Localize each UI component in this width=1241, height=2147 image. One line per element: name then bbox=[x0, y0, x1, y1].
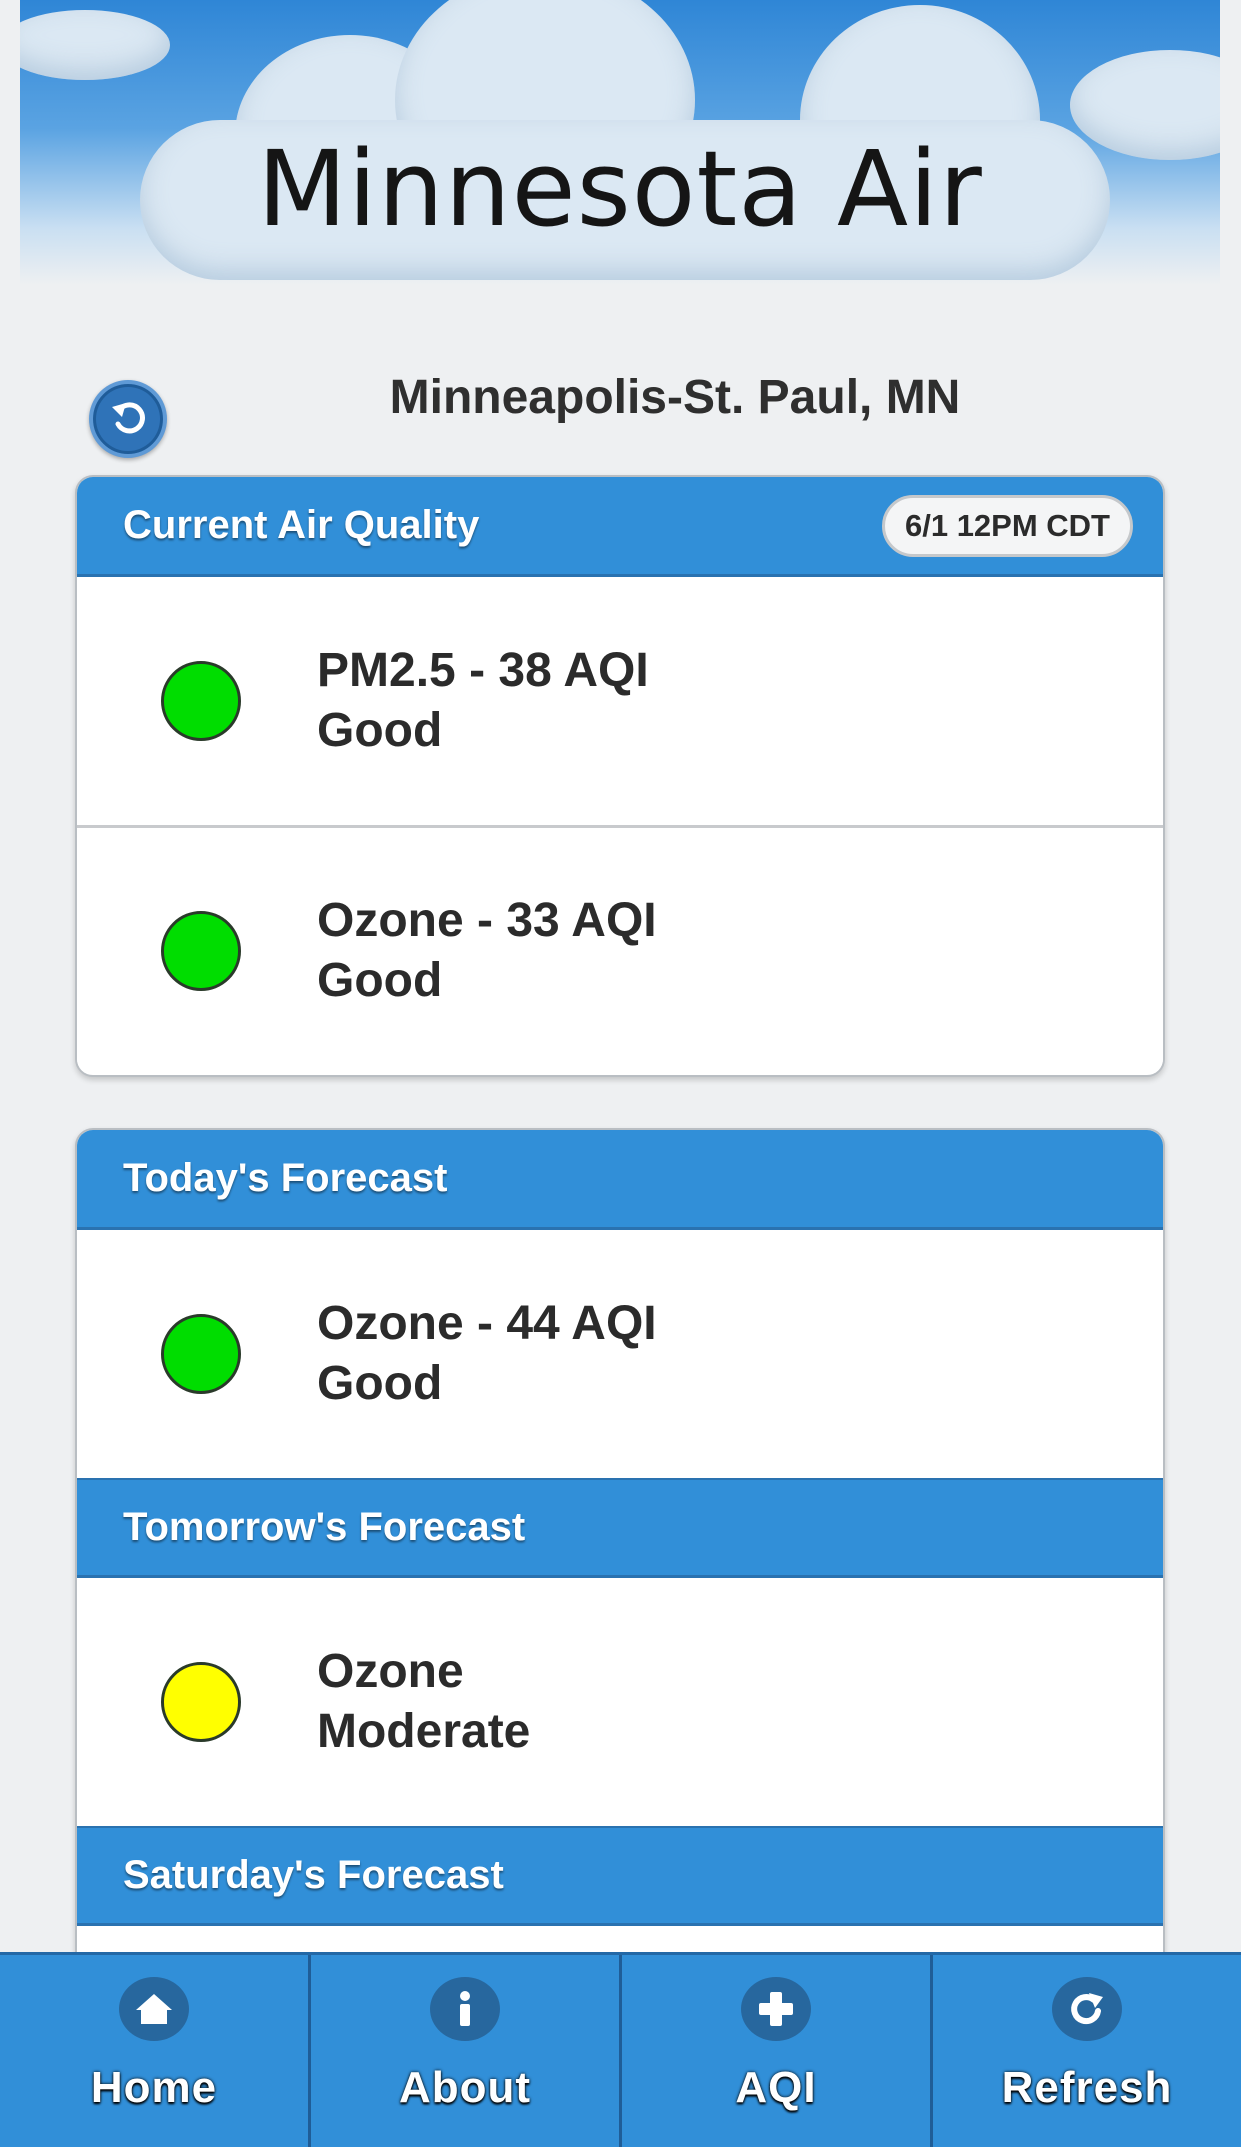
home-icon bbox=[119, 1977, 189, 2041]
aqi-reading: Ozone Moderate bbox=[317, 1642, 530, 1762]
tab-bar: Home About AQI Refresh bbox=[0, 1952, 1241, 2147]
list-item: Ozone - 33 AQI Good bbox=[77, 825, 1163, 1073]
status-dot-icon bbox=[161, 1662, 241, 1742]
timestamp-badge: 6/1 12PM CDT bbox=[881, 495, 1133, 557]
current-air-quality-header: Current Air Quality 6/1 12PM CDT bbox=[77, 477, 1163, 577]
today-forecast-header: Today's Forecast bbox=[77, 1130, 1163, 1230]
tomorrow-forecast-header: Tomorrow's Forecast bbox=[77, 1478, 1163, 1578]
status-dot-icon bbox=[161, 910, 241, 991]
status-dot-icon bbox=[161, 1314, 241, 1394]
saturday-forecast-header: Saturday's Forecast bbox=[77, 1826, 1163, 1926]
aqi-category: Good bbox=[317, 1357, 443, 1410]
tab-label: Home bbox=[90, 2063, 218, 2112]
plus-icon bbox=[741, 1977, 811, 2041]
tab-refresh[interactable]: Refresh bbox=[933, 1955, 1241, 2147]
aqi-category: Good bbox=[317, 953, 443, 1007]
list-item: Ozone Moderate bbox=[77, 1578, 1163, 1826]
header-banner: Minnesota Air bbox=[20, 0, 1220, 285]
refresh-icon bbox=[1052, 1977, 1122, 2041]
info-icon bbox=[430, 1977, 500, 2041]
list-item: PM2.5 - 38 AQI Good bbox=[77, 577, 1163, 825]
pollutant-aqi: Ozone - 44 AQI bbox=[317, 1297, 657, 1350]
back-arrow-icon bbox=[112, 402, 145, 434]
card-title: Saturday's Forecast bbox=[123, 1853, 504, 1897]
forecast-card: Today's Forecast Ozone - 44 AQI Good Tom… bbox=[75, 1128, 1165, 2028]
tab-label: About bbox=[398, 2063, 532, 2112]
list-item: Ozone - 44 AQI Good bbox=[77, 1230, 1163, 1478]
back-button[interactable] bbox=[89, 380, 167, 458]
status-dot-icon bbox=[161, 661, 241, 741]
aqi-category: Moderate bbox=[317, 1705, 531, 1758]
aqi-reading: Ozone - 33 AQI Good bbox=[317, 891, 657, 1011]
card-title: Tomorrow's Forecast bbox=[123, 1505, 526, 1549]
tab-label: Refresh bbox=[1001, 2063, 1173, 2112]
aqi-reading: Ozone - 44 AQI Good bbox=[317, 1294, 657, 1414]
aqi-category: Good bbox=[317, 704, 443, 757]
pollutant-aqi: PM2.5 - 38 AQI bbox=[317, 644, 649, 697]
tab-home[interactable]: Home bbox=[0, 1955, 311, 2147]
pollutant-name: Ozone bbox=[317, 1645, 464, 1698]
cloud-decoration bbox=[20, 10, 170, 80]
current-air-quality-card: Current Air Quality 6/1 12PM CDT PM2.5 -… bbox=[75, 475, 1165, 1077]
card-title: Current Air Quality bbox=[123, 503, 480, 547]
tab-label: AQI bbox=[735, 2063, 817, 2112]
tab-aqi[interactable]: AQI bbox=[622, 1955, 933, 2147]
card-title: Today's Forecast bbox=[123, 1156, 448, 1200]
tab-about[interactable]: About bbox=[311, 1955, 622, 2147]
app-title: Minnesota Air bbox=[257, 128, 983, 250]
aqi-reading: PM2.5 - 38 AQI Good bbox=[317, 641, 649, 761]
location-title: Minneapolis-St. Paul, MN bbox=[389, 371, 961, 424]
pollutant-aqi: Ozone - 33 AQI bbox=[317, 893, 657, 947]
